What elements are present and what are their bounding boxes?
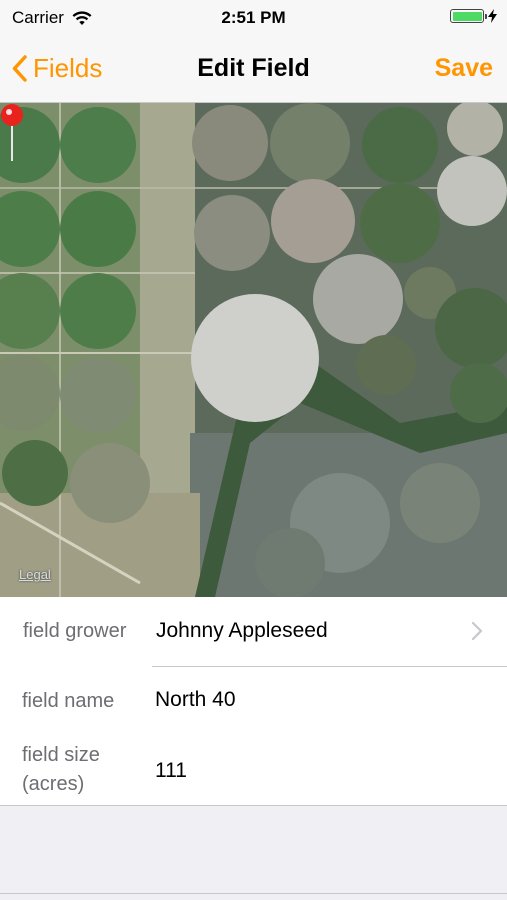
field-size-row[interactable]: field size (acres) 111 [0,733,507,805]
field-name-input[interactable]: North 40 [155,688,236,712]
status-bar: Carrier 2:51 PM [0,0,507,36]
field-form: field grower Johnny Appleseed field name… [0,597,507,806]
bottom-divider [0,893,507,894]
battery-group [450,9,497,23]
battery-full-icon [450,9,487,23]
field-name-label: field name [22,690,115,712]
satellite-map[interactable]: Legal [0,103,507,597]
field-size-label: field size (acres) [22,744,100,795]
map-imagery [0,103,507,597]
chevron-left-icon [12,55,27,82]
chevron-right-icon [471,621,483,641]
field-grower-value: Johnny Appleseed [156,619,328,642]
field-grower-label: field grower [23,620,127,642]
field-size-input[interactable]: 111 [155,759,187,783]
status-time: 2:51 PM [221,8,286,27]
bolt-icon [488,9,497,23]
legal-link[interactable]: Legal [19,567,51,582]
navigation-bar: Fields Edit Field Save [0,36,507,103]
field-name-row[interactable]: field name North 40 [0,667,507,733]
map-pin-icon[interactable] [0,103,24,163]
back-button[interactable]: Fields [12,53,102,84]
field-grower-row[interactable]: field grower Johnny Appleseed [0,597,507,666]
save-button[interactable]: Save [435,54,493,83]
back-button-label: Fields [33,53,103,83]
